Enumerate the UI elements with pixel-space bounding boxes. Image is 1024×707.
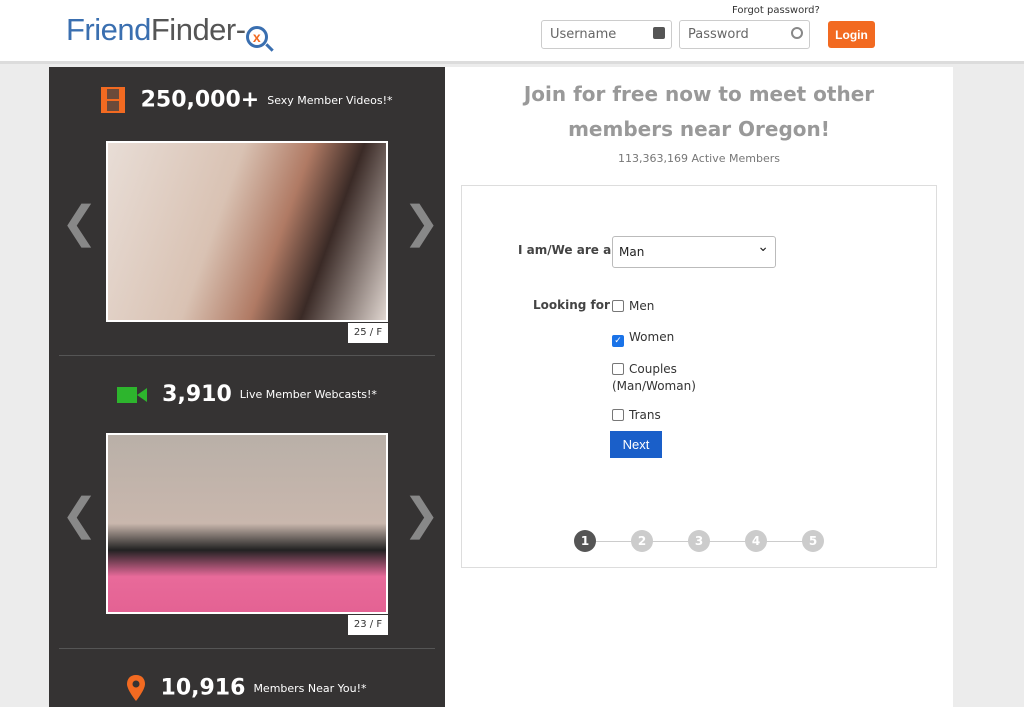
- videos-stat: 250,000+ Sexy Member Videos!*: [49, 87, 445, 113]
- step-indicator: 1 2 3 4 5: [574, 530, 824, 554]
- next-video-arrow[interactable]: ❯: [403, 197, 440, 248]
- next-button[interactable]: Next: [610, 431, 662, 458]
- age-badge: 25 / F: [348, 323, 388, 343]
- iam-label: I am/We are a: [518, 243, 612, 257]
- near-stat: 10,916 Members Near You!*: [49, 675, 445, 701]
- checkbox-trans[interactable]: Trans: [612, 408, 661, 422]
- prev-video-arrow[interactable]: ❮: [61, 197, 98, 248]
- prev-webcast-arrow[interactable]: ❮: [61, 489, 98, 540]
- video-thumbnail[interactable]: [106, 141, 388, 322]
- webcast-thumbnail[interactable]: [106, 433, 388, 614]
- step-5: 5: [802, 530, 824, 552]
- step-4: 4: [745, 530, 767, 552]
- sidebar: 250,000+ Sexy Member Videos!* ❮ 25 / F ❯ …: [49, 67, 445, 707]
- looking-for-label: Looking for: [533, 298, 610, 312]
- signup-form: I am/We are a Man Looking for Men ✓Women…: [461, 185, 937, 568]
- next-webcast-arrow[interactable]: ❯: [403, 489, 440, 540]
- gender-select[interactable]: Man: [612, 236, 776, 268]
- keyboard-icon: [653, 27, 665, 39]
- age-badge: 23 / F: [348, 615, 388, 635]
- login-button[interactable]: Login: [828, 21, 875, 48]
- signup-panel: Join for free now to meet other members …: [445, 67, 953, 707]
- active-members: 113,363,169 Active Members: [618, 152, 780, 165]
- forgot-password-link[interactable]: Forgot password?: [732, 5, 820, 16]
- checkbox-men[interactable]: Men: [612, 299, 654, 313]
- check-icon: ✓: [612, 335, 624, 347]
- password-input[interactable]: Password: [679, 20, 810, 49]
- step-1: 1: [574, 530, 596, 552]
- divider: [59, 355, 435, 356]
- checkbox-women[interactable]: ✓ Women: [612, 330, 674, 347]
- location-pin-icon: [127, 675, 146, 701]
- username-input[interactable]: Username: [541, 20, 672, 49]
- step-2: 2: [631, 530, 653, 552]
- key-icon: [791, 27, 803, 39]
- film-icon: [101, 87, 126, 113]
- page-title: Join for free now to meet other members …: [523, 82, 875, 141]
- logo[interactable]: FriendFinder-x: [66, 12, 268, 48]
- checkbox-couples[interactable]: Couples (Man/Woman): [612, 361, 722, 395]
- divider: [59, 648, 435, 649]
- step-3: 3: [688, 530, 710, 552]
- video-camera-icon: [117, 386, 148, 403]
- header: FriendFinder-x Forgot password? Username…: [0, 0, 1024, 64]
- magnifier-icon: x: [245, 26, 268, 48]
- webcasts-stat: 3,910 Live Member Webcasts!*: [49, 382, 445, 407]
